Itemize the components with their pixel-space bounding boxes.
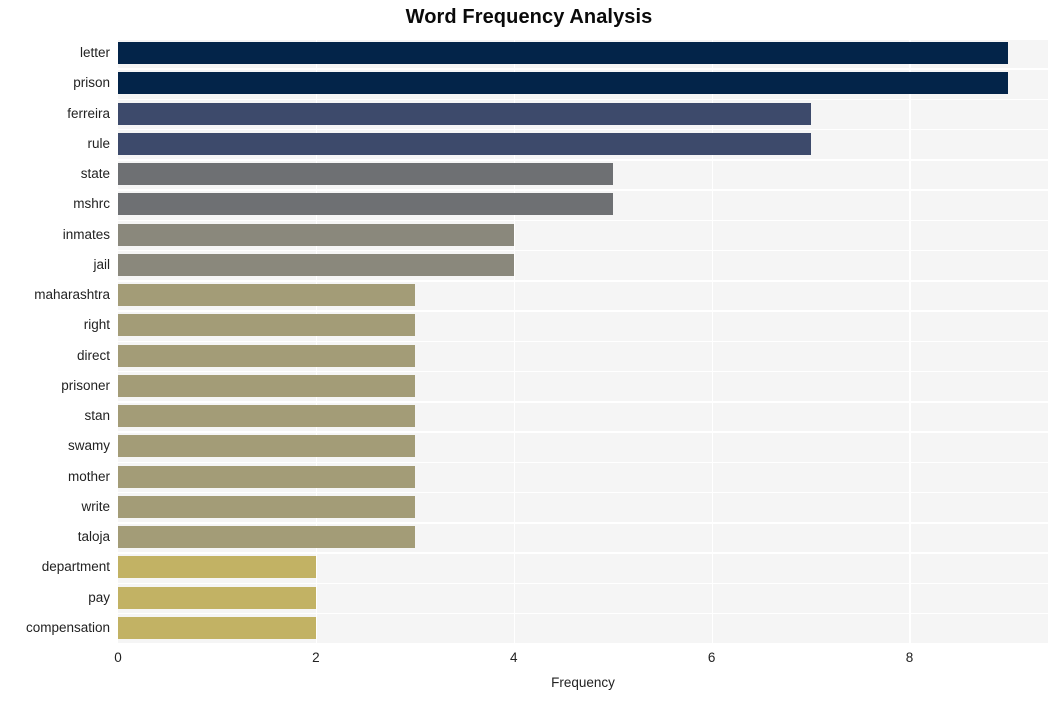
y-axis-tick-label: right (83, 317, 110, 333)
horizontal-gridline (118, 491, 1048, 494)
horizontal-gridline (118, 612, 1048, 615)
x-axis-tick-label: 4 (509, 650, 518, 665)
horizontal-gridline (118, 552, 1048, 554)
bar (118, 253, 514, 276)
y-axis-tick-label: jail (93, 256, 110, 272)
chart-title: Word Frequency Analysis (405, 6, 653, 28)
bar (118, 42, 1009, 65)
y-axis-tick-label: rule (87, 135, 110, 151)
bar (118, 193, 613, 216)
horizontal-gridline (118, 370, 1048, 373)
horizontal-gridline (118, 461, 1048, 464)
horizontal-gridline (118, 431, 1048, 433)
horizontal-gridline (118, 522, 1048, 524)
horizontal-gridline (118, 249, 1048, 252)
x-axis-title: Frequency (551, 675, 615, 690)
bar (118, 616, 316, 639)
bar (118, 344, 415, 367)
bar (118, 435, 415, 458)
y-axis-tick-label: ferreira (67, 105, 110, 121)
word-frequency-chart: Word Frequency Analysis letter prison ferr… (0, 0, 1058, 701)
bar (118, 223, 514, 246)
y-axis-tick-label: letter (79, 45, 110, 61)
y-axis-tick-label: mother (67, 468, 110, 484)
plot-area (118, 38, 1048, 643)
y-axis-tick-label: swamy (67, 438, 110, 454)
bar (118, 556, 316, 579)
bar (118, 72, 1009, 95)
y-axis-tick-label: compensation (25, 619, 110, 635)
bar (118, 495, 415, 518)
y-axis-tick-label: department (41, 559, 110, 575)
bar (118, 284, 415, 307)
x-axis-tick-labels: 0 2 4 6 8 (0, 650, 1058, 670)
horizontal-gridline (118, 401, 1048, 403)
horizontal-gridline (118, 159, 1048, 161)
horizontal-gridline (118, 582, 1048, 585)
bar (118, 465, 415, 488)
bar (118, 526, 415, 549)
horizontal-gridline (118, 189, 1048, 191)
y-axis-tick-label: direct (76, 347, 110, 363)
y-axis-tick-label: maharashtra (34, 287, 110, 303)
x-axis-tick-label: 8 (905, 650, 914, 665)
horizontal-gridline (118, 310, 1048, 312)
x-axis-tick-label: 2 (312, 650, 320, 665)
y-axis-tick-label: write (81, 498, 110, 514)
y-axis-tick-labels: letter prison ferreira rule state mshrc inmate… (0, 38, 110, 643)
y-axis-tick-label: prisoner (61, 377, 110, 393)
y-axis-tick-label: mshrc (73, 196, 110, 212)
horizontal-gridline (118, 98, 1048, 101)
x-axis-tick-label: 6 (707, 650, 716, 665)
y-axis-tick-label: pay (88, 589, 110, 605)
horizontal-gridline (118, 219, 1048, 222)
horizontal-gridline (118, 68, 1048, 70)
bar (118, 405, 415, 428)
y-axis-tick-label: prison (73, 75, 110, 91)
y-axis-tick-label: taloja (77, 529, 110, 545)
bar (118, 132, 811, 155)
y-axis-tick-label: stan (84, 408, 110, 424)
bar (118, 586, 316, 609)
x-axis-tick-label: 0 (114, 650, 122, 665)
y-axis-tick-label: inmates (62, 226, 110, 242)
horizontal-gridline (118, 280, 1048, 282)
bar (118, 102, 811, 125)
horizontal-gridline (118, 128, 1048, 131)
horizontal-gridline (118, 38, 1048, 40)
bar (118, 374, 415, 397)
bar (118, 163, 613, 186)
horizontal-gridline (118, 340, 1048, 343)
bar (118, 314, 415, 337)
y-axis-tick-label: state (80, 166, 110, 182)
